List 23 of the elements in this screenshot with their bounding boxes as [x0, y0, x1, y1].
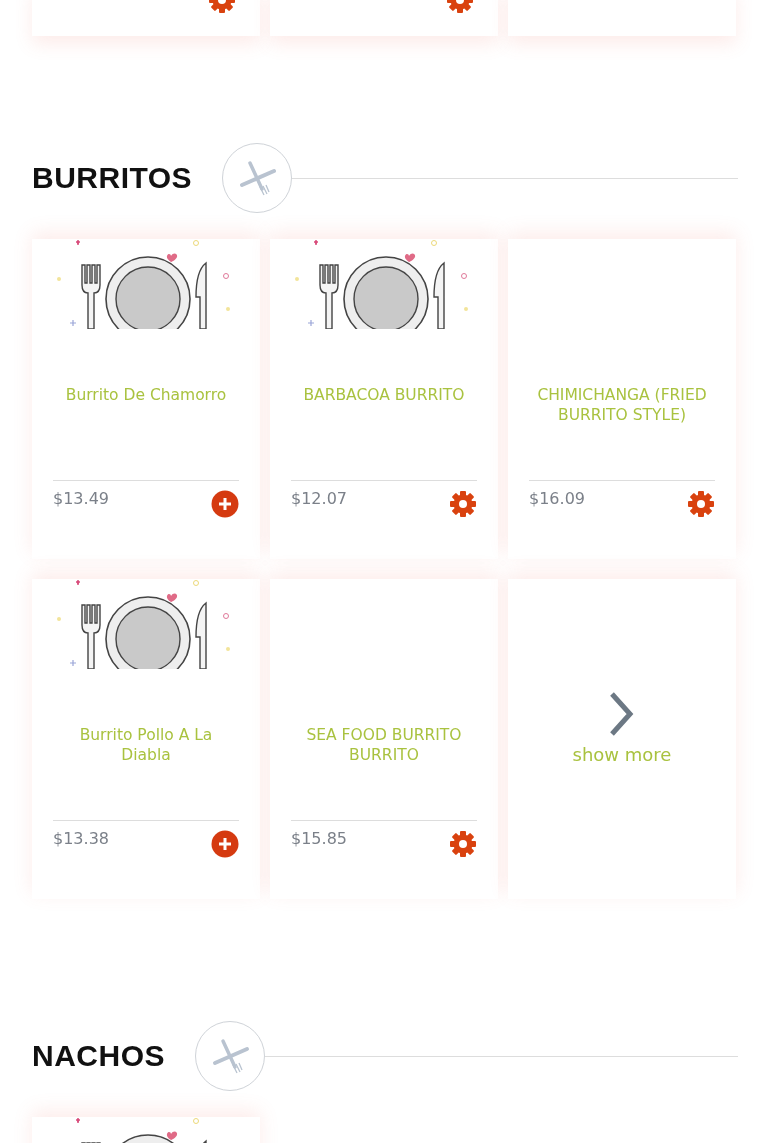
add-icon — [211, 490, 239, 518]
section-title: BURRITOS — [32, 160, 193, 196]
section-title: NACHOS — [32, 1038, 165, 1074]
item-price: $12.07 — [291, 488, 347, 510]
item-name[interactable]: Burrito De Chamorro — [53, 385, 239, 480]
options-button[interactable] — [449, 490, 477, 518]
settings-icon — [449, 830, 477, 858]
settings-icon — [687, 490, 715, 518]
item-price: $16.09 — [529, 488, 585, 510]
item-name[interactable]: Burrito Pollo A La Diabla — [53, 725, 239, 820]
item-name[interactable]: CHIMICHANGA (FRIED BURRITO STYLE) — [529, 385, 715, 480]
item-name[interactable]: BARBACOA BURRITO — [291, 385, 477, 480]
item-price: $13.49 — [53, 488, 109, 510]
options-button[interactable] — [449, 830, 477, 858]
options-button[interactable] — [687, 490, 715, 518]
item-name[interactable]: SEA FOOD BURRITO BURRITO — [291, 725, 477, 820]
settings-icon — [449, 490, 477, 518]
add-button[interactable] — [211, 490, 239, 518]
item-price: $13.38 — [53, 828, 109, 850]
show-more-link[interactable]: show more — [572, 740, 672, 768]
add-icon — [211, 830, 239, 858]
add-button[interactable] — [211, 830, 239, 858]
item-price: $15.85 — [291, 828, 347, 850]
